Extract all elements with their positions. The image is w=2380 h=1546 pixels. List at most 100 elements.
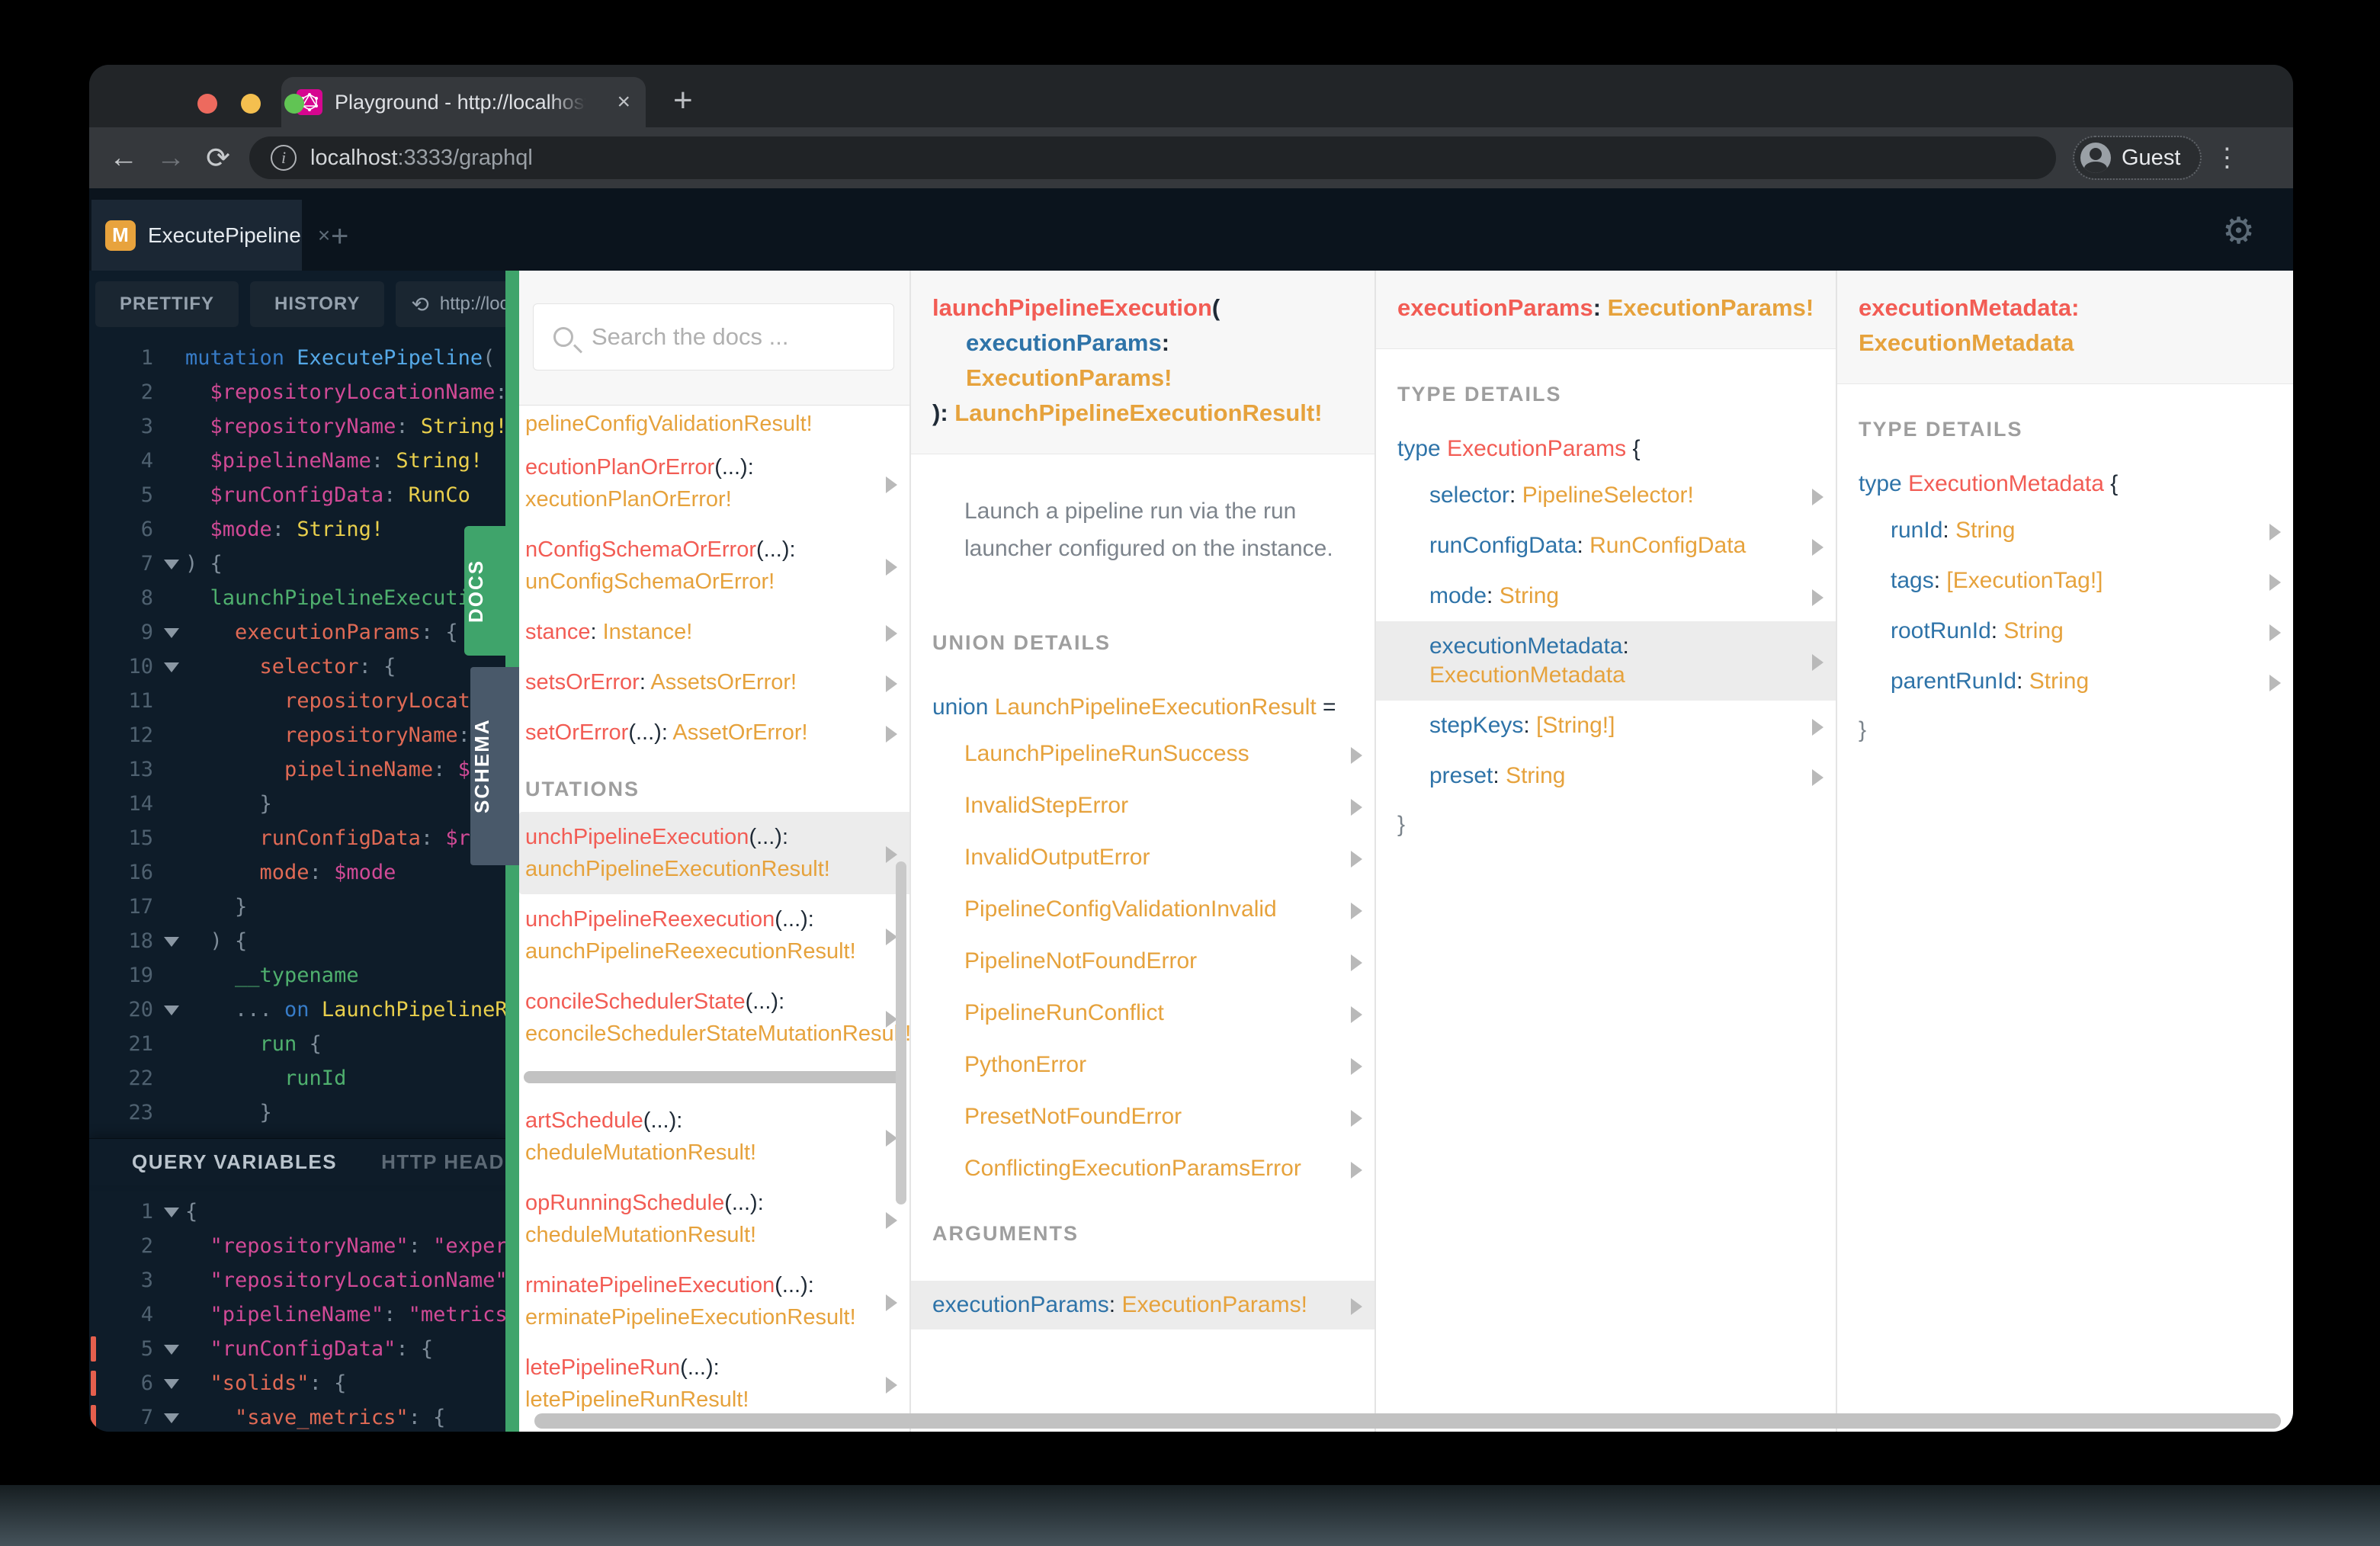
forward-icon[interactable]: → [147,142,194,175]
address-bar[interactable]: i localhost:3333/graphql [249,136,2056,179]
chevron-right-icon[interactable] [886,1377,897,1394]
type-field-row[interactable]: runId: String [1837,505,2293,556]
history-button[interactable]: HISTORY [250,281,385,327]
code-line[interactable]: 4 "pipelineName": "metrics [89,1297,505,1332]
browser-menu-icon[interactable]: ⋮ [2214,143,2240,173]
list-horizontal-scrollbar[interactable] [524,1071,903,1083]
code-line[interactable]: 14 } [89,787,505,821]
union-member[interactable]: LaunchPipelineRunSuccess [911,728,1374,780]
chevron-right-icon[interactable] [2269,624,2281,641]
playground-tab-executepipeline[interactable]: M ExecutePipeline × [91,200,330,271]
docs-field-item[interactable]: setsOrError: AssetsOrError! [519,657,909,707]
chevron-right-icon[interactable] [1351,1006,1362,1023]
docs-field-item[interactable]: nConfigSchemaOrError(...): unConfigSchema… [519,524,909,607]
chevron-right-icon[interactable] [1351,799,1362,816]
chevron-right-icon[interactable] [1351,747,1362,764]
tab-query-variables[interactable]: QUERY VARIABLES [132,1150,337,1174]
browser-tab[interactable]: Playground - http://localhost:3 × [281,77,646,127]
prettify-button[interactable]: PRETTIFY [95,281,239,327]
fold-arrow-icon[interactable] [164,1345,179,1355]
fold-arrow-icon[interactable] [164,1413,179,1423]
code-line[interactable]: 16 mode: $mode [89,855,505,890]
docs-field-item[interactable]: ecutionPlanOrError(...): xecutionPlanOrEr… [519,442,909,524]
chevron-right-icon[interactable] [886,1212,897,1229]
chevron-right-icon[interactable] [886,726,897,743]
docs-field-item[interactable]: rminatePipelineExecution(...): erminatePi… [519,1260,909,1342]
code-line[interactable]: 9 executionParams: { [89,615,505,650]
code-line[interactable]: 8 launchPipelineExecutio [89,581,505,615]
docs-field-item[interactable]: opRunningSchedule(...): cheduleMutationRe… [519,1178,909,1260]
union-member[interactable]: PythonError [911,1039,1374,1091]
fold-arrow-icon[interactable] [164,560,179,569]
union-member[interactable]: ConflictingExecutionParamsError [911,1143,1374,1195]
code-line[interactable]: 7) { [89,547,505,581]
chevron-right-icon[interactable] [1812,719,1823,736]
fold-arrow-icon[interactable] [164,628,179,638]
site-info-icon[interactable]: i [271,145,297,171]
docs-field-item[interactable]: concileSchedulerState(...): econcileSched… [519,977,909,1059]
chevron-right-icon[interactable] [886,846,897,863]
chevron-right-icon[interactable] [1351,903,1362,919]
tab-schema[interactable]: SCHEMA [470,667,519,865]
argument-row-executionparams[interactable]: executionParams: ExecutionParams! [911,1281,1374,1329]
query-code-area[interactable]: 1 mutation ExecutePipeline(2 $repositoryL… [89,341,505,1138]
code-line[interactable]: 3 $repositoryName: String! [89,409,505,444]
chevron-right-icon[interactable] [1812,489,1823,505]
type-field-row[interactable]: stepKeys: [String!] [1376,701,1836,751]
code-line[interactable]: 15 runConfigData: $runC [89,821,505,855]
code-line[interactable]: 6 $mode: String! [89,512,505,547]
code-line[interactable]: 1 mutation ExecutePipeline( [89,341,505,375]
docs-field-item[interactable]: setOrError(...): AssetOrError! [519,707,909,758]
chevron-right-icon[interactable] [1351,1058,1362,1075]
type-field-row[interactable]: tags: [ExecutionTag!] [1837,556,2293,606]
fold-arrow-icon[interactable] [164,662,179,672]
back-icon[interactable]: ← [100,142,147,175]
close-tab-icon[interactable]: × [617,89,630,115]
fold-arrow-icon[interactable] [164,1379,179,1389]
chevron-right-icon[interactable] [886,476,897,493]
chevron-right-icon[interactable] [2269,675,2281,691]
chevron-right-icon[interactable] [886,625,897,642]
chevron-right-icon[interactable] [1351,1162,1362,1179]
union-member[interactable]: InvalidOutputError [911,832,1374,884]
chevron-right-icon[interactable] [1351,1298,1362,1315]
type-field-row[interactable]: executionMetadata: ExecutionMetadata [1376,621,1836,701]
code-line[interactable]: 2 $repositoryLocationName: [89,375,505,409]
code-line[interactable]: 19 __typename [89,958,505,993]
docs-horizontal-scrollbar[interactable] [534,1413,2281,1429]
fold-arrow-icon[interactable] [164,1208,179,1217]
code-line[interactable]: 23 } [89,1095,505,1130]
chevron-right-icon[interactable] [1351,851,1362,868]
chevron-right-icon[interactable] [1812,539,1823,556]
chevron-right-icon[interactable] [886,675,897,692]
code-line[interactable]: 20 ... on LaunchPipelineR [89,993,505,1027]
type-field-row[interactable]: preset: String [1376,751,1836,801]
endpoint-reload-icon[interactable]: ⟲ [411,292,428,317]
type-field-row[interactable]: selector: PipelineSelector! [1376,470,1836,521]
new-playground-tab-button[interactable]: + [331,220,348,254]
zoom-window-button[interactable] [284,94,304,114]
docs-field-item[interactable]: letePipelineRun(...): letePipelineRunResu… [519,1342,909,1425]
close-window-button[interactable] [197,94,217,114]
type-field-row[interactable]: runConfigData: RunConfigData [1376,521,1836,571]
profile-chip[interactable]: Guest [2072,136,2202,180]
code-line[interactable]: 2 "repositoryName": "exper [89,1229,505,1263]
chevron-right-icon[interactable] [886,559,897,576]
reload-icon[interactable]: ⟳ [194,141,242,175]
chevron-right-icon[interactable] [1812,589,1823,606]
docs-vertical-scrollbar[interactable] [896,861,906,1204]
window-controls[interactable] [197,94,304,114]
docs-search-input[interactable]: Search the docs ... [533,303,894,370]
tab-docs[interactable]: DOCS [464,526,519,656]
code-line[interactable]: 3 "repositoryLocationName" [89,1263,505,1297]
chevron-right-icon[interactable] [886,1294,897,1311]
code-line[interactable]: 1{ [89,1195,505,1229]
code-line[interactable]: 4 $pipelineName: String! [89,444,505,478]
fold-arrow-icon[interactable] [164,937,179,947]
new-tab-button[interactable]: + [673,82,693,120]
docs-field-item[interactable]: unchPipelineReexecution(...): aunchPipeli… [519,894,909,977]
docs-field-item[interactable]: stance: Instance! [519,607,909,657]
chevron-right-icon[interactable] [2269,574,2281,591]
union-member[interactable]: PresetNotFoundError [911,1091,1374,1143]
chevron-right-icon[interactable] [2269,524,2281,540]
